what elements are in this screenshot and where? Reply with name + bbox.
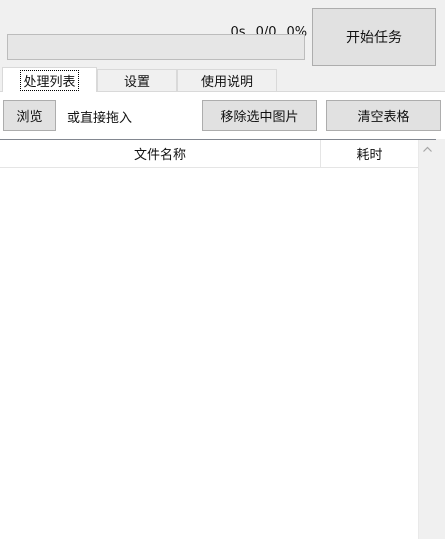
tab-settings[interactable]: 设置: [97, 69, 177, 91]
file-list[interactable]: 文件名称 耗时: [0, 139, 436, 539]
browse-button[interactable]: 浏览: [3, 100, 56, 131]
app-window: 0s 0/0 0% 开始任务 处理列表 设置 使用说明 浏览 或直接拖入 移除选中图…: [0, 0, 445, 539]
remove-selected-button[interactable]: 移除选中图片: [202, 100, 317, 131]
window-edge: [436, 139, 445, 539]
chevron-up-icon[interactable]: [419, 140, 436, 157]
start-task-button[interactable]: 开始任务: [312, 8, 436, 66]
drag-hint: 或直接拖入: [67, 111, 133, 126]
tab-process-list[interactable]: 处理列表: [2, 67, 97, 92]
column-header-duration[interactable]: 耗时: [321, 140, 418, 167]
clear-table-button[interactable]: 清空表格: [326, 100, 441, 131]
tab-settings-label: 设置: [123, 75, 150, 90]
column-header-filename[interactable]: 文件名称: [0, 140, 320, 167]
tab-instructions[interactable]: 使用说明: [177, 69, 277, 91]
progress-bar: [7, 34, 305, 60]
list-header: 文件名称 耗时: [0, 140, 418, 168]
vertical-scrollbar[interactable]: [418, 140, 436, 539]
tab-process-list-label: 处理列表: [20, 69, 79, 91]
tab-instructions-label: 使用说明: [200, 75, 253, 90]
